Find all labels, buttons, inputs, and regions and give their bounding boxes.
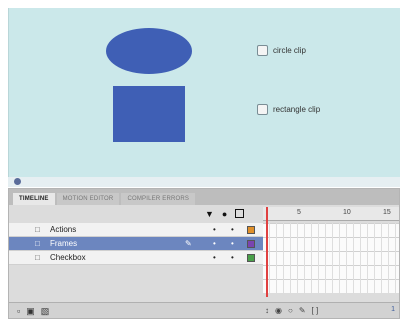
- tab-timeline[interactable]: TIMELINE: [13, 193, 55, 205]
- layer-row[interactable]: □ Actions • •: [9, 223, 263, 237]
- tab-motion-editor[interactable]: MOTION EDITOR: [56, 193, 120, 205]
- ruler-number: 10: [343, 209, 351, 216]
- scene-icon[interactable]: [14, 178, 21, 185]
- layer-color-swatch[interactable]: [247, 239, 255, 248]
- layer-icon: □: [35, 239, 40, 248]
- checkbox-label: rectangle clip: [273, 105, 321, 114]
- layer-icon: □: [35, 225, 40, 234]
- timeline-footer: ▫ ▣ ▧ ↕ ◉ ○ ✎ [ ] 1: [9, 302, 399, 318]
- lock-dot[interactable]: •: [231, 253, 234, 262]
- visibility-dot[interactable]: •: [213, 253, 216, 262]
- layer-name: Checkbox: [50, 253, 86, 262]
- lock-dot[interactable]: •: [231, 239, 234, 248]
- layer-color-swatch[interactable]: [247, 253, 255, 262]
- layer-color-swatch[interactable]: [247, 225, 255, 234]
- new-folder-icon[interactable]: ▣: [26, 306, 35, 317]
- outline-icon[interactable]: [235, 209, 245, 218]
- frame-ruler[interactable]: 5 10 15: [263, 207, 399, 221]
- layer-icon: □: [35, 253, 40, 262]
- edit-multiple-icon[interactable]: ✎: [299, 306, 306, 315]
- frame-grid[interactable]: [263, 223, 399, 293]
- circle-clip-checkbox[interactable]: circle clip: [257, 45, 306, 56]
- blue-rectangle: [113, 86, 185, 142]
- stage: circle clip rectangle clip: [8, 8, 400, 186]
- layer-name: Actions: [50, 225, 77, 234]
- rectangle-clip-checkbox[interactable]: rectangle clip: [257, 104, 320, 115]
- visibility-dot[interactable]: •: [213, 225, 216, 234]
- checkbox-box[interactable]: [257, 45, 268, 56]
- lock-icon[interactable]: ●: [222, 209, 227, 219]
- new-layer-icon[interactable]: ▫: [17, 306, 20, 317]
- checkbox-label: circle clip: [273, 46, 306, 55]
- stage-scroll-bar: [8, 177, 400, 187]
- layer-list: □ Actions • • □ Frames ✎ • • □ Checkbox …: [9, 223, 263, 265]
- checkbox-box[interactable]: [257, 104, 268, 115]
- layer-name: Frames: [50, 239, 78, 248]
- onion-skin-icon[interactable]: ◉: [275, 306, 282, 315]
- ruler-number: 15: [383, 209, 391, 216]
- lock-dot[interactable]: •: [231, 225, 234, 234]
- layer-row-selected[interactable]: □ Frames ✎ • •: [9, 237, 263, 251]
- eye-icon[interactable]: ▼: [205, 209, 214, 219]
- ruler-number: 5: [297, 209, 301, 216]
- timeline-panel: TIMELINE MOTION EDITOR COMPILER ERRORS ▼…: [8, 188, 400, 319]
- panel-tabs: TIMELINE MOTION EDITOR COMPILER ERRORS: [9, 189, 399, 205]
- visibility-dot[interactable]: •: [213, 239, 216, 248]
- onion-outline-icon[interactable]: ○: [288, 306, 293, 315]
- layer-row[interactable]: □ Checkbox • •: [9, 251, 263, 265]
- trash-icon[interactable]: ▧: [41, 306, 50, 317]
- blue-ellipse: [106, 28, 192, 74]
- pencil-icon: ✎: [185, 239, 192, 248]
- timeline-header: ▼ ● 5 10 15: [9, 207, 399, 221]
- center-frame-icon[interactable]: ↕: [265, 306, 269, 315]
- markers-icon[interactable]: [ ]: [312, 306, 319, 315]
- playhead[interactable]: [266, 207, 268, 297]
- tab-compiler-errors[interactable]: COMPILER ERRORS: [121, 193, 196, 205]
- current-frame: 1: [391, 306, 395, 313]
